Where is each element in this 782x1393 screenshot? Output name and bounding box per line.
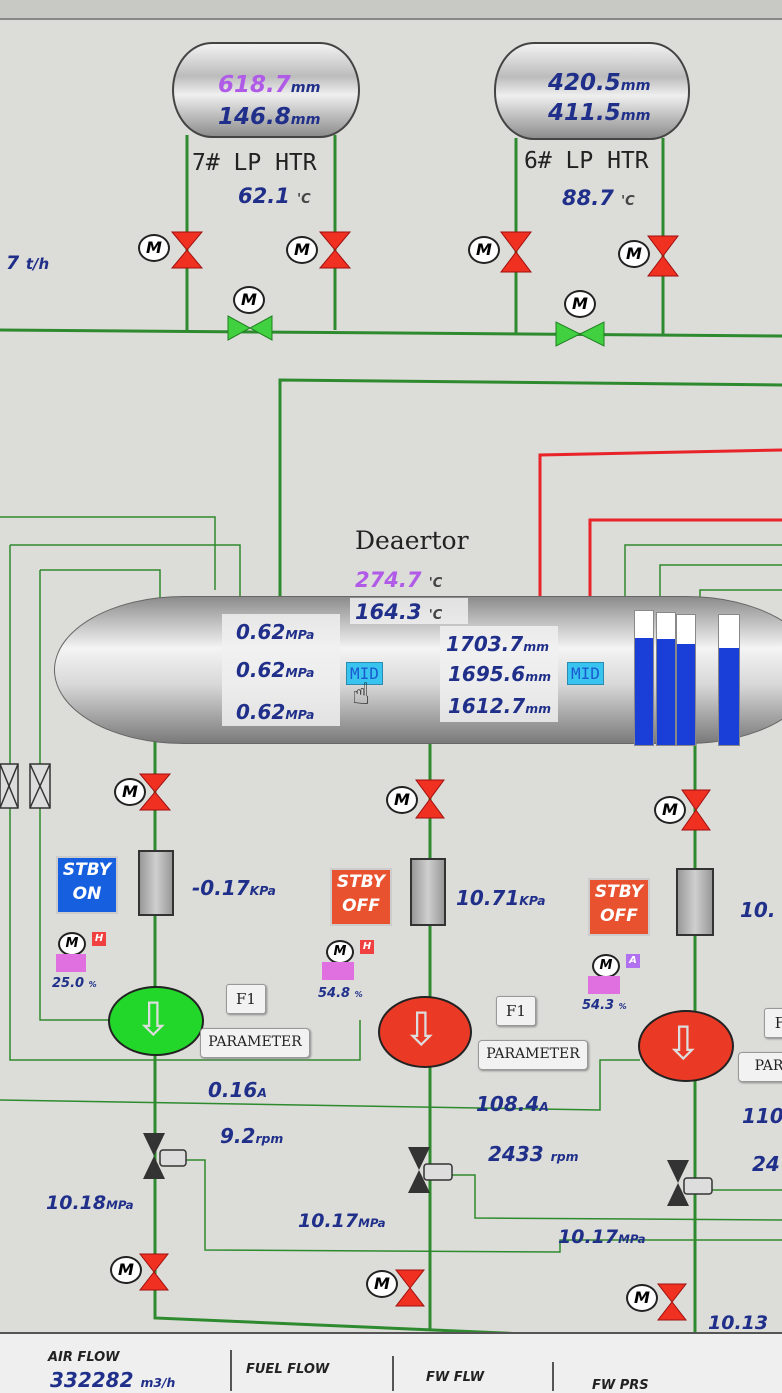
deaerator-level-bar xyxy=(718,614,740,746)
deaerator-pressure-2: 0.62MPa xyxy=(236,658,315,682)
deaerator-pressure-1: 0.62MPa xyxy=(236,620,315,644)
lp-heater-6-temp: 88.7 'C xyxy=(562,186,635,210)
pump1-parameter-button[interactable]: PARAMETER xyxy=(200,1028,310,1058)
lp-heater-7-level2: 146.8mm xyxy=(218,104,321,130)
pump3-filter xyxy=(676,868,714,936)
deaerator-temp2: 164.3 'C xyxy=(355,600,443,624)
pump1-stby-button[interactable]: STBY ON xyxy=(56,856,118,914)
motor-icon[interactable]: M xyxy=(654,796,686,824)
pump2-out-press: 10.17MPa xyxy=(298,1210,386,1232)
lp-heater-7-temp: 62.1 'C xyxy=(238,184,311,208)
pump1-current: 0.16A xyxy=(208,1078,267,1102)
pump2-arrow-down-icon: ⇩ xyxy=(402,1002,441,1056)
status-divider xyxy=(392,1356,394,1391)
pump2-f1-button[interactable]: F1 xyxy=(496,996,536,1026)
pump3-arrow-down-icon: ⇩ xyxy=(664,1016,703,1070)
pump2-current: 108.4A xyxy=(476,1092,549,1116)
deaerator-title: Deaertor xyxy=(355,526,469,555)
pump2-parameter-button[interactable]: PARAMETER xyxy=(478,1040,588,1070)
motor-icon[interactable]: M xyxy=(592,954,620,978)
motor-icon[interactable]: M xyxy=(110,1256,142,1284)
pump2-filter xyxy=(410,858,446,926)
pump3-flag: A xyxy=(626,954,640,968)
deaerator-level-bar xyxy=(634,610,654,746)
pump1-filter xyxy=(138,850,174,916)
lp-heater-6-level1: 420.5mm xyxy=(548,70,651,96)
fuel-flow-label: FUEL FLOW xyxy=(246,1362,330,1377)
motor-icon[interactable]: M xyxy=(366,1270,398,1298)
lp-heater-6-title: 6# LP HTR xyxy=(524,148,649,174)
pump3-f1-button[interactable]: F xyxy=(764,1008,782,1038)
pump2-speed: 2433 rpm xyxy=(488,1142,579,1166)
deaerator-pressure-3: 0.62MPa xyxy=(236,700,315,724)
motor-icon[interactable]: M xyxy=(618,240,650,268)
status-divider xyxy=(552,1362,554,1391)
pump1-out-press: 10.18MPa xyxy=(46,1192,134,1214)
pump1-flag: H xyxy=(92,932,106,946)
pump3-dp: 10. xyxy=(740,898,776,922)
motor-icon[interactable]: M xyxy=(58,932,86,956)
pump2-scoop-pct: 54.8 % xyxy=(318,986,363,1001)
lp-heater-7-level1: 618.7mm xyxy=(218,72,321,98)
motor-icon[interactable]: M xyxy=(626,1284,658,1312)
hand-cursor-icon: ☝ xyxy=(352,677,371,712)
air-flow-label: AIR FLOW xyxy=(48,1350,120,1365)
pump3-out-press: 10.17MPa xyxy=(558,1226,646,1248)
fw-flw-label: FW FLW xyxy=(426,1370,485,1385)
lp-heater-7-title: 7# LP HTR xyxy=(192,150,317,176)
pump1-f1-button[interactable]: F1 xyxy=(226,984,266,1014)
pump1-scoop-pct: 25.0 % xyxy=(52,976,97,991)
pump1-scoop-valve[interactable] xyxy=(56,954,86,972)
pump3-scoop-pct: 54.3 % xyxy=(582,998,627,1013)
pump3-parameter-button[interactable]: PAR xyxy=(738,1052,782,1082)
pump1-speed: 9.2rpm xyxy=(220,1124,284,1148)
pump2-scoop-valve[interactable] xyxy=(322,962,354,980)
lp-heater-6-level2: 411.5mm xyxy=(548,100,651,126)
deaerator-level-mid-button[interactable]: MID xyxy=(567,662,604,685)
pump1-dp: -0.17KPa xyxy=(192,876,276,900)
pump3-speed: 24 xyxy=(752,1152,780,1176)
pump2-dp: 10.71KPa xyxy=(456,886,546,910)
motor-icon[interactable]: M xyxy=(468,236,500,264)
motor-icon[interactable]: M xyxy=(233,286,265,314)
pump3-current: 110 xyxy=(742,1104,782,1128)
pump2-flag: H xyxy=(360,940,374,954)
left-flow-readout: 7 t/h xyxy=(6,252,50,274)
motor-icon[interactable]: M xyxy=(138,234,170,262)
motor-icon[interactable]: M xyxy=(286,236,318,264)
deaerator-level-bar xyxy=(676,614,696,746)
deaerator-temp1: 274.7 'C xyxy=(355,568,443,592)
air-flow-value: 332282 m3/h xyxy=(50,1368,176,1392)
deaerator-level-bar xyxy=(656,612,676,746)
deaerator-level-2: 1695.6mm xyxy=(448,662,552,686)
status-divider xyxy=(230,1350,232,1391)
pump2-stby-button[interactable]: STBY OFF xyxy=(330,868,392,926)
deaerator-level-3: 1612.7mm xyxy=(448,694,552,718)
deaerator-level-1: 1703.7mm xyxy=(446,632,550,656)
motor-icon[interactable]: M xyxy=(564,290,596,318)
pump3-stby-button[interactable]: STBY OFF xyxy=(588,878,650,936)
pump3-scoop-valve[interactable] xyxy=(588,976,620,994)
motor-icon[interactable]: M xyxy=(326,940,354,964)
discharge-header-press: 10.13 xyxy=(708,1312,769,1334)
motor-icon[interactable]: M xyxy=(114,778,146,806)
motor-icon[interactable]: M xyxy=(386,786,418,814)
pump1-arrow-down-icon: ⇩ xyxy=(134,992,173,1046)
